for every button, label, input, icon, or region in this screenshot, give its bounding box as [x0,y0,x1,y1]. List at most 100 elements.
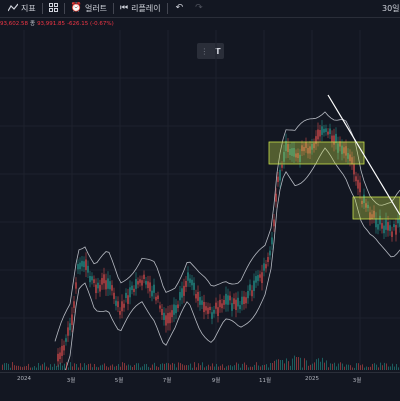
candle-body [99,285,101,292]
candle-body [387,222,389,231]
volume-bar [338,363,339,370]
price-chart[interactable] [0,30,400,370]
candle-body [131,285,133,291]
candle-body [165,315,167,326]
candle-body [179,292,181,301]
timeframe-button[interactable]: 30일 [382,3,400,14]
candle-body [89,275,91,283]
candle-body [101,278,103,285]
volume-bar [324,362,325,370]
volume-bar [104,363,105,370]
redo-icon[interactable]: ↷ [195,4,203,13]
candle-body [219,299,221,308]
volume-bar [352,367,353,370]
volume-bar [238,363,239,370]
volume-bar [162,363,163,370]
volume-bar [258,365,259,370]
ohlc-legend: 93,602.58 종 93,991.85 -626.15 (-0.67%) [0,19,116,27]
volume-bar [192,367,193,370]
candle-body [261,272,263,284]
candle-body [109,281,111,290]
support-zone [352,196,400,220]
volume-bar [166,362,167,370]
candle-body [319,130,321,137]
candle-body [97,282,99,289]
candle-body [163,312,165,321]
candle-body [377,224,379,230]
volume-bar [136,363,137,370]
volume-bar [348,364,349,370]
indicators-button[interactable]: 지표 [7,3,36,15]
volume-bar [292,358,293,370]
candle-body [265,264,267,269]
volume-bar [138,363,139,370]
volume-bar [114,366,115,370]
replay-button[interactable]: ⏮ 리플레이 [120,3,161,14]
volume-bar [8,363,9,370]
candle-body [203,301,205,313]
volume-bar [252,366,253,370]
volume-bar [146,363,147,370]
candle-body [381,223,383,229]
candle-body [175,305,177,314]
candle-body [359,182,361,193]
volume-bar [174,363,175,370]
time-axis-label: 3월 [66,378,76,384]
time-axis-label: 11월 [258,378,272,384]
volume-bar [314,362,315,370]
volume-bar [302,367,303,370]
volume-bar [342,363,343,370]
candle-body [227,295,229,305]
volume-bar [372,363,373,370]
volume-bar [384,362,385,370]
volume-bar [130,365,131,370]
volume-bar [380,362,381,370]
volume-bar [210,366,211,370]
volume-bar [168,363,169,370]
volume-bar [64,363,65,370]
candle-body [209,306,211,311]
undo-icon[interactable]: ↶ [176,4,184,13]
candle-body [133,288,135,292]
candle-body [171,310,173,318]
candle-body [213,309,215,314]
alerts-button[interactable]: ⏰ 얼러트 [71,3,107,14]
candle-body [177,304,179,309]
volume-bar [60,362,61,370]
replay-icon: ⏮ [120,3,129,13]
volume-bar [24,366,25,370]
volume-bar [18,365,19,370]
volume-bar [266,364,267,370]
candle-body [193,282,195,290]
volume-bar [332,363,333,370]
candle-body [269,250,271,256]
candle-body [353,163,355,175]
candle-body [127,295,129,304]
volume-bar [188,365,189,370]
volume-bar [226,366,227,370]
candle-body [141,280,143,286]
volume-bar [144,364,145,370]
volume-bar [298,357,299,370]
volume-bar [120,366,121,370]
volume-bar [386,363,387,370]
templates-icon[interactable] [48,2,58,15]
volume-bar [220,365,221,370]
volume-bar [340,362,341,370]
volume-bar [106,366,107,370]
volume-bar [216,363,217,370]
candle-body [189,278,191,283]
candle-body [197,291,199,301]
candle-body [105,280,107,290]
volume-bar [152,364,153,370]
volume-bar [122,362,123,370]
time-axis-label: 2024 [17,376,31,382]
time-axis[interactable]: 2024 3월 5월 7월 9월 11월 2025 3월 [0,372,400,401]
volume-bar [128,364,129,370]
volume-bar [176,367,177,370]
volume-bar [68,367,69,370]
candle-body [247,290,249,299]
volume-bar [354,367,355,370]
volume-bar [256,362,257,370]
candle-body [81,260,83,267]
